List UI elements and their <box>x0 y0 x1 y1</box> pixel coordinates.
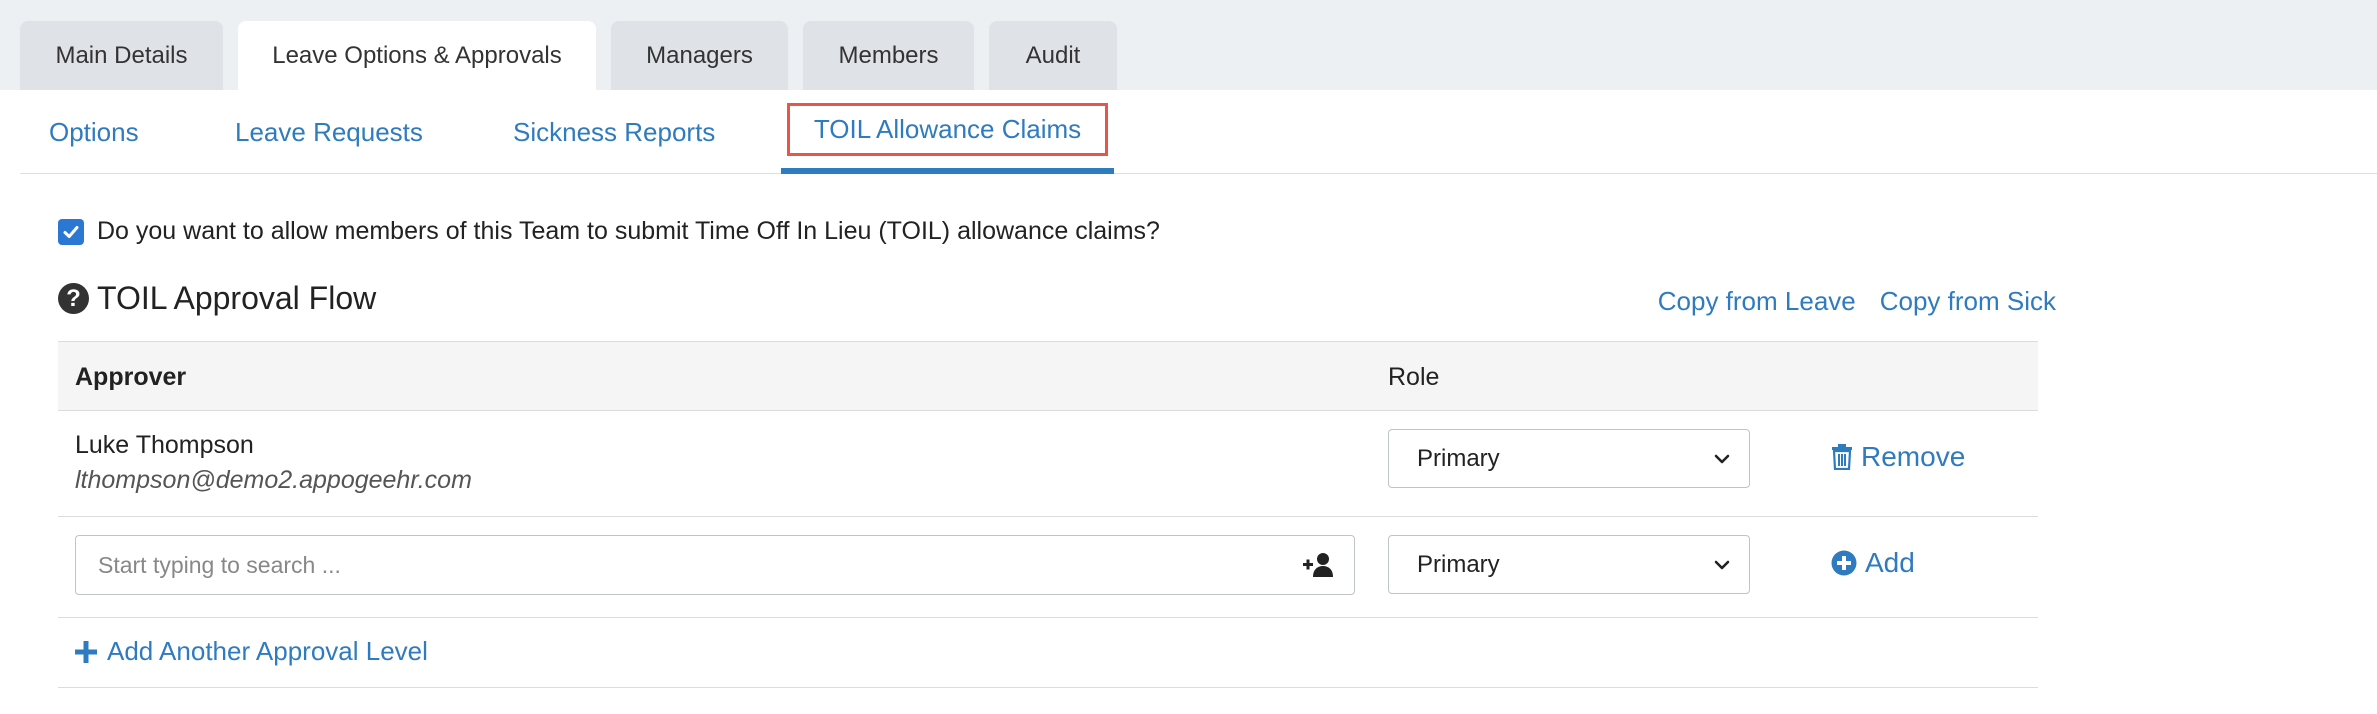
copy-from-leave-link[interactable]: Copy from Leave <box>1658 286 1856 317</box>
new-role-select[interactable]: Primary <box>1388 535 1750 594</box>
role-column-header: Role <box>1388 362 1440 391</box>
copy-links: Copy from Leave Copy from Sick <box>1634 286 2056 317</box>
top-tab-area: Main Details Leave Options & Approvals M… <box>0 0 2377 90</box>
approver-search-box[interactable] <box>75 535 1355 595</box>
question-circle-icon[interactable]: ? <box>58 283 89 314</box>
subtab-toil-label: TOIL Allowance Claims <box>786 102 1109 156</box>
user-add-icon <box>1303 553 1333 577</box>
role-select-value: Primary <box>1417 444 1500 472</box>
copy-from-sick-link[interactable]: Copy from Sick <box>1880 286 2056 317</box>
add-approval-level-button[interactable]: Add Another Approval Level <box>75 636 428 667</box>
main-tabs: Main Details Leave Options & Approvals M… <box>20 21 1132 90</box>
approver-name: Luke Thompson <box>75 431 254 459</box>
content-panel: Options Leave Requests Sickness Reports … <box>20 90 2377 714</box>
plus-circle-icon <box>1831 550 1857 576</box>
new-role-select-value: Primary <box>1417 550 1500 578</box>
check-icon <box>63 225 79 238</box>
plus-icon <box>75 640 97 663</box>
approval-flow-heading: ? TOIL Approval Flow <box>58 280 376 317</box>
chevron-down-icon <box>1714 454 1730 464</box>
subtab-sickness-reports[interactable]: Sickness Reports <box>513 90 715 174</box>
new-approver-row: Primary Add <box>58 517 2038 618</box>
table-header: Approver Role <box>58 341 2038 411</box>
add-approval-level-label: Add Another Approval Level <box>107 636 428 666</box>
approver-column-header: Approver <box>75 362 187 391</box>
allow-toil-checkbox[interactable] <box>58 218 84 245</box>
tab-members[interactable]: Members <box>803 21 974 90</box>
tab-audit[interactable]: Audit <box>989 21 1117 90</box>
add-level-row: Add Another Approval Level <box>58 618 2038 688</box>
remove-label: Remove <box>1861 441 1966 472</box>
remove-approver-button[interactable]: Remove <box>1831 441 1965 473</box>
subtab-leave-requests[interactable]: Leave Requests <box>235 90 423 174</box>
approval-flow-title: TOIL Approval Flow <box>97 280 377 316</box>
chevron-down-icon <box>1714 560 1730 570</box>
approver-search-input[interactable] <box>76 536 1276 594</box>
allow-toil-label: Do you want to allow members of this Tea… <box>97 217 1160 245</box>
role-select[interactable]: Primary <box>1388 429 1750 488</box>
tab-leave-options-approvals[interactable]: Leave Options & Approvals <box>238 21 596 90</box>
subtab-options[interactable]: Options <box>49 90 139 174</box>
sub-tabs: Options Leave Requests Sickness Reports … <box>20 90 2377 174</box>
subtab-toil-allowance-claims[interactable]: TOIL Allowance Claims <box>781 90 1114 174</box>
trash-icon <box>1831 444 1853 470</box>
allow-toil-row: Do you want to allow members of this Tea… <box>58 217 1160 246</box>
add-approver-button[interactable]: Add <box>1831 547 1915 579</box>
tab-main-details[interactable]: Main Details <box>20 21 223 90</box>
add-label: Add <box>1865 547 1915 578</box>
approver-email: lthompson@demo2.appogeehr.com <box>75 466 472 494</box>
approval-flow-table: Approver Role Luke Thompson lthompson@de… <box>58 341 2038 688</box>
tab-managers[interactable]: Managers <box>611 21 788 90</box>
table-row: Luke Thompson lthompson@demo2.appogeehr.… <box>58 411 2038 517</box>
